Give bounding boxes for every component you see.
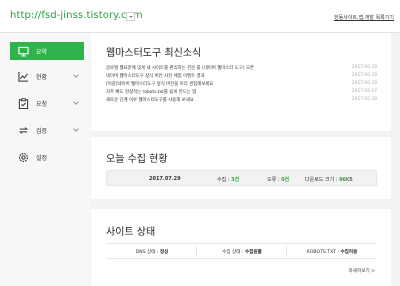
collect-value: 3건	[231, 177, 240, 183]
stats-date: 2017.07.29	[149, 176, 181, 182]
news-item-date: 2017.06.28	[351, 65, 377, 70]
news-item-date: 2017.05.28	[351, 97, 377, 102]
news-item[interactable]: 글로벌 웹표준에 맞게 새 사이트를 편리하는 전문 를 (네이버 웹마스터 도…	[106, 64, 377, 72]
news-title: 웹마스터도구 최신소식	[106, 48, 202, 59]
chevron-down-icon	[73, 99, 79, 105]
gear-icon	[16, 151, 30, 163]
error-count: 오류 : 0건	[267, 176, 289, 183]
sidebar: 요약 현황 요청 검증 설정	[0, 33, 90, 286]
site-url[interactable]: http://fsd-jinss.tistory.com	[10, 10, 143, 21]
error-label: 오류 :	[267, 177, 280, 183]
sidebar-item-label: 요약	[36, 48, 48, 56]
dns-label: DNS 상태 :	[135, 250, 160, 255]
site-status-title: 사이트 상태	[106, 227, 156, 238]
chevron-down-icon	[73, 126, 79, 132]
news-item-text: 글로벌 웹표준에 맞게 새 사이트를 편리하는 전문 를 (네이버 웹마스터 도…	[106, 66, 255, 71]
sidebar-item-label: 요청	[36, 100, 48, 108]
top-right-link[interactable]: 한동사이트,앱,개발 목록기기	[334, 14, 394, 21]
robots-value: 수집허용	[340, 250, 358, 255]
top-bar: http://fsd-jinss.tistory.com 한동사이트,앱,개발 …	[0, 0, 400, 32]
download-size: 다운로드 크기 : 96KB	[305, 176, 353, 183]
news-item-date: 2017.06.28	[351, 81, 377, 86]
dns-status: DNS 상태 : 정상	[106, 249, 198, 255]
news-item-text: 네이버 웹마스터도구 정식 버전 사전 체험 이벤트 결과	[106, 74, 205, 79]
refresh-icon	[16, 124, 30, 136]
dns-value: 정상	[159, 250, 169, 255]
today-stats-card	[91, 137, 391, 199]
today-stats-title: 오늘 수집 현황	[106, 154, 168, 165]
news-item-date: 2017.06.28	[351, 73, 377, 78]
chevron-down-icon	[73, 72, 79, 78]
news-item-text: 자주 빠도 현실적는 robots.txt를 쉽게 만드는 법	[106, 90, 197, 95]
collect-label: 수집 :	[217, 177, 230, 183]
collect-status: 수집 상태 : 수집원활	[196, 249, 288, 255]
error-value: 0건	[281, 177, 290, 183]
line-chart-icon	[16, 70, 30, 82]
robots-label: ROBOTS.TXT :	[306, 250, 341, 255]
collect-status-value: 수집원활	[244, 250, 262, 255]
sidebar-item-label: 설정	[36, 154, 48, 162]
download-unit: KB	[346, 177, 353, 183]
site-select-dropdown[interactable]	[126, 12, 135, 21]
sidebar-item-request[interactable]: 요청	[10, 94, 84, 112]
news-item[interactable]: 자주 빠도 현실적는 robots.txt를 쉽게 만드는 법 2017.05.0…	[106, 88, 377, 96]
news-item[interactable]: 새로운 단계 이루 웹마스터도구를 사용해 보세요 2017.05.28	[106, 96, 377, 104]
sidebar-item-summary[interactable]: 요약	[10, 42, 84, 60]
news-item-date: 2017.05.07	[351, 89, 377, 94]
sidebar-item-verify[interactable]: 검증	[10, 121, 84, 139]
chevron-down-icon	[129, 16, 133, 18]
download-label: 다운로드 크기 :	[305, 177, 338, 183]
collect-count: 수집 : 3건	[217, 176, 239, 183]
news-list: 글로벌 웹표준에 맞게 새 사이트를 편리하는 전문 를 (네이버 웹마스터 도…	[106, 64, 377, 104]
today-stats-bar: 2017.07.29 수집 : 3건 오류 : 0건 다운로드 크기 : 96K…	[106, 170, 377, 186]
clipboard-icon	[16, 97, 30, 109]
sidebar-item-label: 현황	[36, 73, 48, 81]
news-item-text: [이감]네이버 웹마스터도구 정식 버전을 미리 경험해보세요	[106, 82, 214, 87]
monitor-icon	[16, 45, 30, 57]
site-status-row: DNS 상태 : 정상 수집 상태 : 수집원활 ROBOTS.TXT : 수집…	[106, 243, 377, 259]
sidebar-item-status[interactable]: 현황	[10, 67, 84, 85]
news-item[interactable]: [이감]네이버 웹마스터도구 정식 버전을 미리 경험해보세요 2017.06.2…	[106, 80, 377, 88]
news-item-text: 새로운 단계 이루 웹마스터도구를 사용해 보세요	[106, 98, 194, 103]
robots-status: ROBOTS.TXT : 수집허용	[286, 249, 378, 255]
collect-status-label: 수집 상태 :	[222, 250, 245, 255]
download-value: 96	[339, 177, 347, 183]
more-link[interactable]: 자세히보기 >	[349, 268, 375, 274]
news-item[interactable]: 네이버 웹마스터도구 정식 버전 사전 체험 이벤트 결과 2017.06.28	[106, 72, 377, 80]
sidebar-item-settings[interactable]: 설정	[10, 148, 84, 166]
sidebar-item-label: 검증	[36, 127, 48, 135]
